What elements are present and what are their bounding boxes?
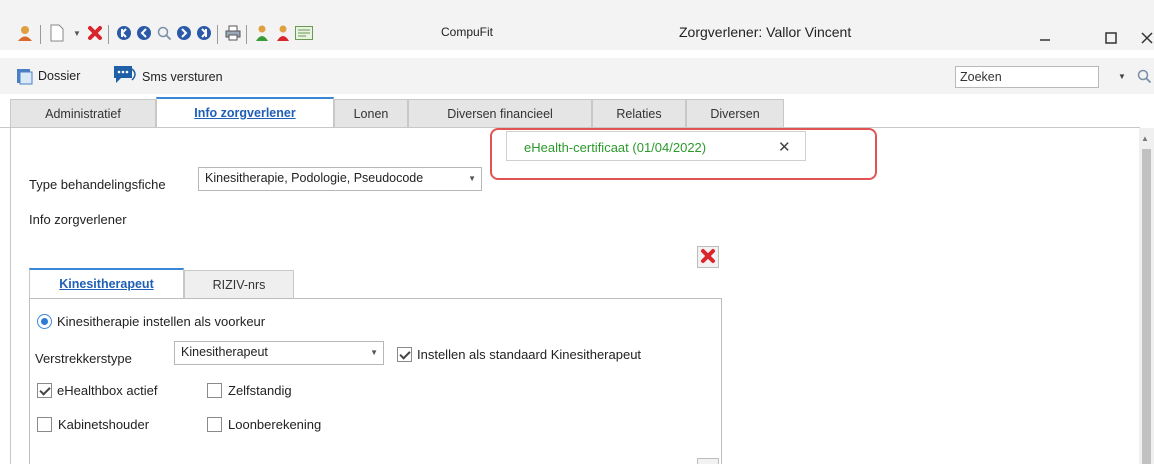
- sms-button[interactable]: Sms versturen: [112, 62, 223, 88]
- ehealthbox-label: eHealthbox actief: [57, 383, 158, 398]
- checkbox-checked: [397, 347, 412, 362]
- verstrekker-value: Kinesitherapeut: [181, 345, 268, 359]
- dossier-button[interactable]: Dossier: [16, 67, 80, 85]
- zelfstandig-label: Zelfstandig: [228, 383, 292, 398]
- tab-relaties[interactable]: Relaties: [592, 99, 686, 127]
- loonberekening-label: Loonberekening: [228, 417, 322, 432]
- chevron-down-icon: ▼: [370, 348, 378, 357]
- zelfstandig-checkbox[interactable]: Zelfstandig: [207, 383, 292, 398]
- new-document-icon[interactable]: [48, 24, 66, 42]
- sms-label: Sms versturen: [142, 70, 223, 84]
- radio-selected: [37, 314, 52, 329]
- kine-voorkeur-radio[interactable]: Kinesitherapie instellen als voorkeur: [37, 314, 265, 329]
- print-icon[interactable]: [224, 24, 242, 42]
- dropdown-arrow-icon[interactable]: ▼: [68, 24, 86, 42]
- action-toolbar: Dossier Sms versturen Zoeken ▼: [0, 58, 1154, 94]
- user-icon[interactable]: [16, 24, 34, 42]
- last-record-icon[interactable]: [195, 24, 213, 42]
- checkbox-checked: [37, 383, 52, 398]
- type-select[interactable]: Kinesitherapie, Podologie, Pseudocode ▼: [198, 167, 482, 191]
- window-title: Zorgverlener: Vallor Vincent: [679, 24, 852, 40]
- type-label: Type behandelingsfiche: [29, 177, 166, 192]
- tab-kinesitherapeut[interactable]: Kinesitherapeut: [29, 268, 184, 298]
- search-input[interactable]: Zoeken: [955, 66, 1099, 88]
- kabinetshouder-checkbox[interactable]: Kabinetshouder: [37, 417, 149, 432]
- delete-button[interactable]: [697, 246, 719, 268]
- search-icon[interactable]: [155, 24, 173, 42]
- delete-icon: [700, 248, 716, 267]
- delete-icon[interactable]: [86, 24, 104, 42]
- search-dropdown-icon[interactable]: ▼: [1118, 72, 1126, 81]
- checkbox-unchecked: [207, 383, 222, 398]
- scroll-thumb[interactable]: [1142, 149, 1151, 464]
- next-record-icon[interactable]: [175, 24, 193, 42]
- chevron-down-icon: ▼: [468, 174, 476, 183]
- user-red-icon[interactable]: [274, 24, 292, 42]
- loonberekening-checkbox[interactable]: Loonberekening: [207, 417, 321, 432]
- checkbox-unchecked: [207, 417, 222, 432]
- first-record-icon[interactable]: [115, 24, 133, 42]
- dossier-icon: [16, 67, 34, 85]
- verstrekker-select[interactable]: Kinesitherapeut ▼: [174, 341, 384, 365]
- checkbox-unchecked: [37, 417, 52, 432]
- tab-diversen[interactable]: Diversen: [686, 99, 784, 127]
- scroll-up-icon[interactable]: ▲: [1141, 134, 1149, 143]
- standaard-label: Instellen als standaard Kinesitherapeut: [417, 347, 642, 362]
- tab-administratief[interactable]: Administratief: [10, 99, 156, 127]
- partial-button[interactable]: [697, 458, 719, 464]
- type-value: Kinesitherapie, Podologie, Pseudocode: [205, 171, 424, 185]
- user-green-icon[interactable]: [253, 24, 271, 42]
- highlight-frame: [490, 128, 877, 180]
- kine-voorkeur-label: Kinesitherapie instellen als voorkeur: [57, 314, 266, 329]
- compufit-label[interactable]: CompuFit: [441, 25, 493, 39]
- tab-diversen-financieel[interactable]: Diversen financieel: [408, 99, 592, 127]
- previous-record-icon[interactable]: [135, 24, 153, 42]
- verstrekker-label: Verstrekkerstype: [35, 351, 132, 366]
- compufit-icon[interactable]: [295, 24, 313, 42]
- tab-info-zorgverlener[interactable]: Info zorgverlener: [156, 97, 334, 127]
- minimize-icon[interactable]: [1036, 29, 1054, 47]
- standaard-checkbox[interactable]: Instellen als standaard Kinesitherapeut: [397, 347, 641, 362]
- maximize-icon[interactable]: [1102, 29, 1120, 47]
- close-icon[interactable]: [1138, 29, 1154, 47]
- tab-riziv-nrs[interactable]: RIZIV-nrs: [184, 270, 294, 298]
- ehealthbox-checkbox[interactable]: eHealthbox actief: [37, 383, 157, 398]
- kabinetshouder-label: Kabinetshouder: [58, 417, 150, 432]
- tab-lonen[interactable]: Lonen: [334, 99, 408, 127]
- section-label: Info zorgverlener: [29, 212, 127, 227]
- search-icon[interactable]: [1136, 68, 1152, 87]
- chat-bubble-icon: [112, 62, 140, 88]
- dossier-label: Dossier: [38, 69, 81, 83]
- title-bar: ▼ CompuFit Zorgverlener: Vallor Vincent: [0, 0, 1154, 50]
